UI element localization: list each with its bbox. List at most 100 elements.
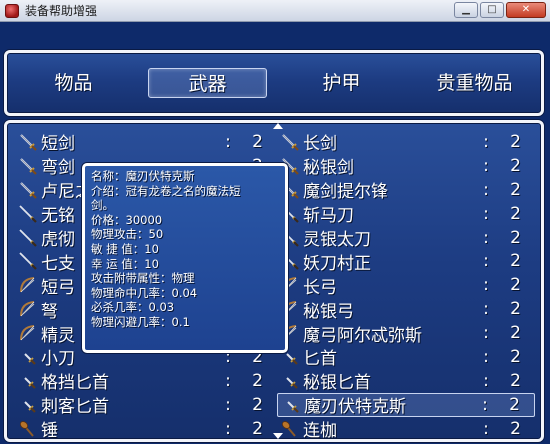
list-item[interactable]: 长剑:2 bbox=[277, 130, 535, 154]
tab-3[interactable]: 贵重物品 bbox=[416, 68, 533, 98]
dagger-icon bbox=[280, 395, 302, 415]
item-count: 2 bbox=[510, 275, 521, 296]
item-separator: : bbox=[483, 179, 489, 200]
list-item[interactable]: 匕首:2 bbox=[277, 345, 535, 369]
list-item[interactable]: 格挡匕首:2 bbox=[15, 369, 277, 393]
item-name: 刺客匕首 bbox=[41, 397, 109, 418]
item-separator: : bbox=[483, 418, 489, 439]
item-separator: : bbox=[483, 227, 489, 248]
list-item[interactable]: 秘银剑:2 bbox=[277, 154, 535, 178]
tooltip-line: 敏 捷 值：10 bbox=[91, 241, 159, 256]
window-title: 装备帮助增强 bbox=[25, 4, 98, 18]
item-name: 格挡匕首 bbox=[41, 373, 109, 394]
item-separator: : bbox=[483, 203, 489, 224]
item-separator: : bbox=[483, 370, 489, 391]
list-item[interactable]: 秘银弓:2 bbox=[277, 297, 535, 322]
dagger-icon bbox=[279, 371, 301, 391]
close-button[interactable]: ✕ bbox=[506, 2, 546, 18]
dagger-icon bbox=[17, 371, 39, 391]
item-name: 秘银剑 bbox=[303, 158, 354, 179]
list-item[interactable]: 妖刀村正:2 bbox=[277, 249, 535, 274]
category-tabs: 物品 武器 护甲 贵重物品 bbox=[7, 53, 541, 113]
list-item[interactable]: 魔剑提尔锋:2 bbox=[277, 178, 535, 202]
item-name: 斩马刀 bbox=[303, 206, 354, 227]
tooltip-line: 必杀几率：0.03 bbox=[91, 300, 175, 315]
bow-icon bbox=[17, 275, 39, 295]
tooltip-line: 物理闪避几率：0.1 bbox=[91, 314, 190, 329]
item-count: 2 bbox=[252, 394, 263, 415]
item-name: 魔弓阿尔忒弥斯 bbox=[303, 325, 422, 346]
item-name: 长剑 bbox=[303, 134, 337, 155]
item-count: 2 bbox=[510, 203, 521, 224]
item-name: 秘银弓 bbox=[303, 301, 354, 322]
item-count: 2 bbox=[252, 370, 263, 391]
bow-icon bbox=[17, 323, 39, 343]
tooltip-line: 介绍：冠有龙卷之名的魔法短 bbox=[91, 183, 241, 198]
list-item[interactable]: 锤:2 bbox=[15, 417, 277, 441]
minimize-button[interactable]: ▁ bbox=[454, 2, 478, 18]
tab-1[interactable]: 武器 bbox=[148, 68, 267, 98]
list-item[interactable]: 刺客匕首:2 bbox=[15, 393, 277, 417]
item-count: 2 bbox=[510, 227, 521, 248]
list-item[interactable]: 长弓:2 bbox=[277, 273, 535, 298]
item-count: 2 bbox=[510, 323, 521, 344]
category-window: 物品 武器 护甲 贵重物品 bbox=[4, 50, 544, 116]
window-controls: ▁ □ ✕ bbox=[454, 2, 546, 18]
tab-2[interactable]: 护甲 bbox=[283, 68, 400, 98]
list-item[interactable]: 短剑:2 bbox=[15, 130, 277, 154]
scroll-up-arrow-icon[interactable] bbox=[273, 123, 283, 129]
item-name: 妖刀村正 bbox=[303, 253, 371, 274]
item-count: 2 bbox=[252, 131, 263, 152]
list-item[interactable]: 斩马刀:2 bbox=[277, 202, 535, 226]
item-name: 灵银太刀 bbox=[303, 230, 371, 251]
item-name: 匕首 bbox=[303, 349, 337, 370]
tooltip-line: 幸 运 值：10 bbox=[91, 256, 159, 271]
list-item[interactable]: 魔刃伏特克斯:2 bbox=[277, 392, 535, 418]
item-count: 2 bbox=[510, 299, 521, 320]
sword-icon bbox=[17, 132, 39, 152]
item-count: 2 bbox=[510, 155, 521, 176]
item-count: 2 bbox=[509, 394, 520, 415]
item-separator: : bbox=[482, 394, 488, 415]
item-count: 2 bbox=[510, 251, 521, 272]
sword-icon bbox=[17, 180, 39, 200]
list-item[interactable]: 秘银匕首:2 bbox=[277, 369, 535, 393]
item-name: 锤 bbox=[41, 421, 58, 442]
item-count: 2 bbox=[510, 131, 521, 152]
item-name: 短剑 bbox=[41, 134, 75, 155]
tab-0[interactable]: 物品 bbox=[15, 68, 132, 98]
tooltip-line: 剑。 bbox=[91, 198, 114, 213]
list-item[interactable]: 灵银太刀:2 bbox=[277, 226, 535, 250]
minimize-icon: ▁ bbox=[462, 4, 470, 15]
app-icon bbox=[5, 3, 19, 18]
item-count: 2 bbox=[510, 370, 521, 391]
item-name: 秘银匕首 bbox=[303, 373, 371, 394]
item-count: 2 bbox=[510, 418, 521, 439]
maximize-icon: □ bbox=[487, 4, 497, 15]
item-name: 长弓 bbox=[303, 277, 337, 298]
item-separator: : bbox=[483, 275, 489, 296]
list-item[interactable]: 魔弓阿尔忒弥斯:2 bbox=[277, 321, 535, 346]
list-item[interactable]: 连枷:2 bbox=[277, 417, 535, 441]
tooltip-line: 价格：30000 bbox=[91, 212, 163, 227]
tooltip-line: 名称：魔刃伏特克斯 bbox=[91, 169, 195, 183]
dagger-icon bbox=[17, 395, 39, 415]
scroll-down-arrow-icon[interactable] bbox=[273, 433, 283, 439]
sword-icon bbox=[17, 156, 39, 176]
item-separator: : bbox=[225, 370, 231, 391]
maximize-button[interactable]: □ bbox=[480, 2, 504, 18]
tooltip-line: 物理攻击：50 bbox=[91, 227, 164, 242]
tooltip-line: 攻击附带属性：物理 bbox=[91, 271, 195, 286]
item-name: 魔刃伏特克斯 bbox=[304, 397, 406, 418]
item-separator: : bbox=[483, 155, 489, 176]
tooltip-line: 物理命中几率：0.04 bbox=[91, 285, 198, 300]
item-separator: : bbox=[483, 323, 489, 344]
item-separator: : bbox=[225, 394, 231, 415]
item-name: 魔剑提尔锋 bbox=[303, 182, 388, 203]
item-separator: : bbox=[225, 131, 231, 152]
item-separator: : bbox=[483, 346, 489, 367]
katana-icon bbox=[17, 228, 39, 248]
item-separator: : bbox=[225, 418, 231, 439]
item-count: 2 bbox=[510, 179, 521, 200]
sword-icon bbox=[279, 132, 301, 152]
